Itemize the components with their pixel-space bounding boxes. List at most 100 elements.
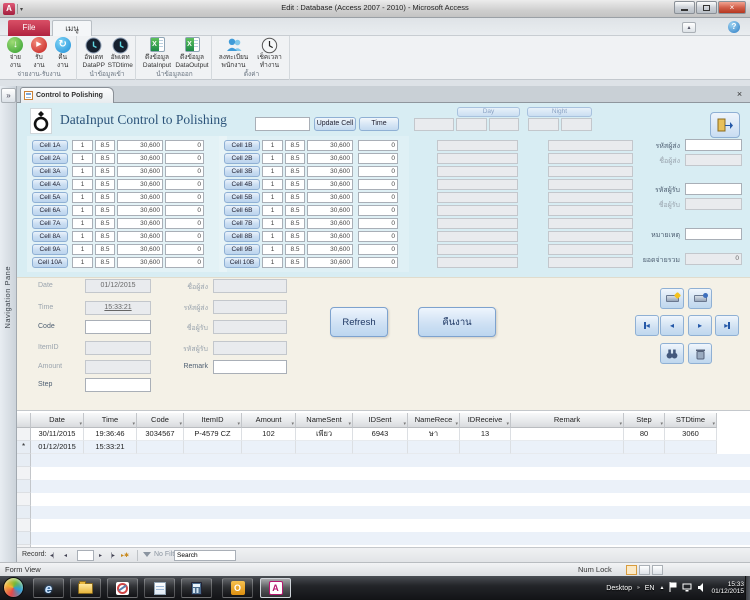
night-button[interactable]: Night (527, 107, 592, 117)
cell-button-cell-3b[interactable]: Cell 3B (224, 166, 260, 177)
cell-button-cell-10b[interactable]: Cell 10B (224, 257, 260, 268)
first-record-button[interactable]: ◂ (635, 315, 659, 336)
save-record-button[interactable] (688, 288, 712, 309)
calculator-taskbar-button[interactable] (181, 578, 212, 598)
datasheet-view-icon[interactable] (639, 565, 650, 575)
previous-record-icon[interactable]: ◂ (64, 550, 67, 561)
cell-button-cell-8a[interactable]: Cell 8A (32, 231, 68, 242)
restore-button[interactable] (696, 1, 717, 14)
ribbon-button-stdtime[interactable]: อัพเดทSTDtime (108, 37, 134, 71)
ribbon-button-งาน[interactable]: ▶รับงาน (28, 37, 51, 71)
snipping-tool-taskbar-button[interactable] (107, 578, 138, 598)
table-cell[interactable] (624, 441, 665, 454)
table-cell[interactable]: 13 (460, 428, 511, 441)
start-button[interactable] (3, 577, 24, 598)
ribbon-button-พนักงาน[interactable]: ลงทะเบียนพนักงาน (216, 37, 251, 71)
column-header-stdtime[interactable]: STDtime▾ (665, 413, 717, 428)
table-cell[interactable] (184, 441, 242, 454)
windows-explorer-taskbar-button[interactable] (70, 578, 101, 598)
hidden-icons-icon[interactable]: ▲ (660, 585, 665, 591)
access-taskbar-button[interactable]: A (260, 578, 291, 598)
cell-button-cell-9b[interactable]: Cell 9B (224, 244, 260, 255)
action-center-flag-icon[interactable] (669, 582, 677, 594)
cell-button-cell-7a[interactable]: Cell 7A (32, 218, 68, 229)
table-cell[interactable] (511, 428, 624, 441)
table-cell[interactable] (665, 441, 717, 454)
table-cell[interactable]: 3060 (665, 428, 717, 441)
nav-pane-expand-icon[interactable]: » (1, 88, 16, 103)
internet-explorer-taskbar-button[interactable]: e (33, 578, 64, 598)
table-cell[interactable]: 30/11/2015 (31, 428, 84, 441)
network-icon[interactable] (682, 583, 692, 594)
column-header-idreceive[interactable]: IDReceive▾ (460, 413, 511, 428)
column-header-namesent[interactable]: NameSent▾ (296, 413, 353, 428)
desktop-toolbar[interactable]: Desktop (606, 585, 632, 592)
table-cell[interactable]: 15:33:21 (84, 441, 137, 454)
refresh-button[interactable]: Refresh (330, 307, 388, 337)
cell-button-cell-5b[interactable]: Cell 5B (224, 192, 260, 203)
field-หมายเหตุ[interactable] (685, 228, 742, 240)
column-header-remark[interactable]: Remark▾ (511, 413, 624, 428)
first-record-icon[interactable]: ◂▏ (50, 550, 57, 561)
close-button[interactable]: × (718, 1, 746, 14)
row-selector[interactable] (17, 428, 31, 441)
cell-button-cell-6b[interactable]: Cell 6B (224, 205, 260, 216)
cell-button-cell-1b[interactable]: Cell 1B (224, 140, 260, 151)
column-header-time[interactable]: Time▾ (84, 413, 137, 428)
return-work-button[interactable]: คืนงาน (418, 307, 496, 337)
show-desktop-button[interactable] (745, 576, 750, 600)
tab-menu[interactable]: เมนู (52, 20, 92, 36)
volume-icon[interactable] (697, 583, 706, 594)
record-number-box[interactable] (77, 550, 94, 561)
tab-control-to-polishing[interactable]: Control to Polishing (20, 87, 114, 103)
ribbon-button-datapp[interactable]: อัพเดทDataPP (81, 37, 107, 71)
next-record-button[interactable]: ▸ (688, 315, 712, 336)
table-cell[interactable] (296, 441, 353, 454)
row-selector[interactable]: * (17, 441, 31, 454)
new-record-button[interactable] (660, 288, 684, 309)
cell-button-cell-3a[interactable]: Cell 3A (32, 166, 68, 177)
form-close-icon[interactable]: × (734, 89, 745, 100)
table-cell[interactable]: 3034567 (137, 428, 184, 441)
ribbon-button-งาน[interactable]: ↻คืนงาน (51, 37, 74, 71)
help-icon[interactable]: ? (728, 21, 740, 33)
cell-button-cell-2a[interactable]: Cell 2A (32, 153, 68, 164)
cell-button-cell-9a[interactable]: Cell 9A (32, 244, 68, 255)
table-cell[interactable] (408, 441, 460, 454)
navigation-pane-collapsed[interactable]: » Navigation Pane (0, 86, 17, 562)
table-cell[interactable]: 01/12/2015 (31, 441, 84, 454)
table-cell[interactable] (137, 441, 184, 454)
cell-button-cell-2b[interactable]: Cell 2B (224, 153, 260, 164)
search-input[interactable] (174, 550, 236, 561)
column-header-idsent[interactable]: IDSent▾ (353, 413, 408, 428)
exit-form-button[interactable] (710, 112, 740, 138)
last-record-icon[interactable]: ▕▸ (108, 550, 115, 561)
cell-button-cell-6a[interactable]: Cell 6A (32, 205, 68, 216)
cell-button-cell-8b[interactable]: Cell 8B (224, 231, 260, 242)
file-tab[interactable]: File (8, 20, 50, 36)
language-indicator[interactable]: EN (645, 585, 655, 592)
table-cell[interactable]: ษา (408, 428, 460, 441)
ribbon-button-ทำงาน[interactable]: เช็คเวลาทำงาน (252, 37, 287, 71)
update-cell-input[interactable] (255, 117, 310, 131)
update-cell-button[interactable]: Update Cell (314, 117, 356, 131)
column-header-amount[interactable]: Amount▾ (242, 413, 296, 428)
cell-button-cell-4a[interactable]: Cell 4A (32, 179, 68, 190)
outlook-taskbar-button[interactable]: O (222, 578, 253, 598)
ribbon-button-datainput[interactable]: Xดึงข้อมูลDataInput (140, 37, 174, 71)
column-header-itemid[interactable]: ItemID▾ (184, 413, 242, 428)
minimize-ribbon-icon[interactable]: ▴ (682, 22, 696, 33)
ribbon-button-dataoutput[interactable]: Xดึงข้อมูลDataOutput (175, 37, 209, 71)
column-header-step[interactable]: Step▾ (624, 413, 665, 428)
table-cell[interactable] (511, 441, 624, 454)
field-step[interactable] (85, 378, 151, 392)
column-header-code[interactable]: Code▾ (137, 413, 184, 428)
table-cell[interactable] (353, 441, 408, 454)
desktop-chevrons-icon[interactable]: » (637, 585, 640, 591)
table-cell[interactable]: เพียว (296, 428, 353, 441)
layout-view-icon[interactable] (652, 565, 663, 575)
field-รหัสผู้ส่ง[interactable] (685, 139, 742, 151)
previous-record-button[interactable]: ◂ (660, 315, 684, 336)
column-header-namerece[interactable]: NameRece▾ (408, 413, 460, 428)
form-view-icon[interactable] (626, 565, 637, 575)
